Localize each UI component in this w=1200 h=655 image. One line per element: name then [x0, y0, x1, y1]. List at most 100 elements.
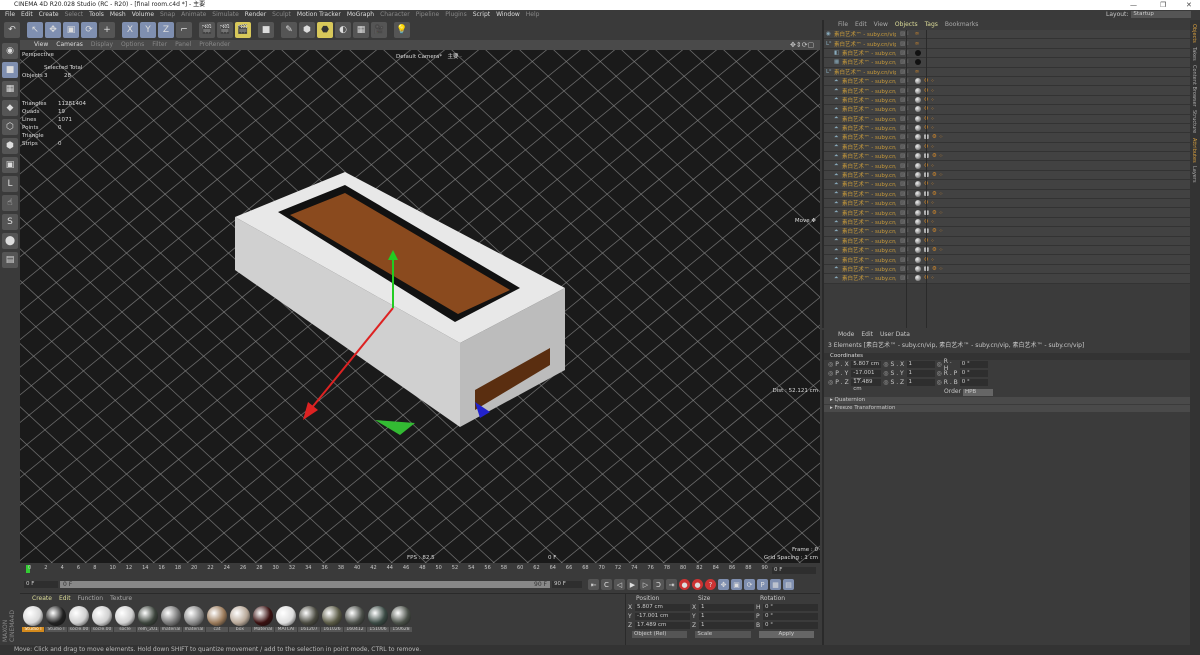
- material-tag-icon[interactable]: [914, 265, 921, 272]
- move-icon[interactable]: ✥: [45, 22, 61, 38]
- viewport[interactable]: Perspective Default Camera* 主要 · Selecte…: [20, 50, 820, 563]
- coord-size-field[interactable]: 1: [699, 613, 754, 620]
- object-row[interactable]: ◉ 素白艺术™ - suby.cn/vip ▨ ⁞ ∞: [824, 30, 1190, 40]
- object-row[interactable]: ⏶素白艺术™ - suby.cn/vip ▨ ⁞ ⚙ ⁘: [824, 161, 1190, 171]
- keyframe-icon[interactable]: ◎: [937, 361, 942, 368]
- material-menu-edit[interactable]: Edit: [59, 594, 71, 604]
- material-tag-icon[interactable]: [914, 209, 921, 216]
- phong-tag-icon[interactable]: ⚙ ⁘: [932, 153, 943, 159]
- object-name[interactable]: 素白艺术™ - suby.cn/vip: [842, 105, 896, 113]
- camera-label[interactable]: Default Camera* 主要 ·: [396, 52, 462, 60]
- object-name[interactable]: 素白艺术™ - suby.cn/vip: [834, 30, 896, 38]
- coord-pos-field[interactable]: 17.489 cm: [635, 622, 690, 629]
- object-row[interactable]: ⏶素白艺术™ - suby.cn/vip ▨ ⁞ ▩⚙ ⁘: [824, 189, 1190, 200]
- coord-size-field[interactable]: 1: [699, 604, 754, 611]
- material-swatch[interactable]: relh_201: [137, 606, 159, 632]
- workplane-icon[interactable]: ◆: [2, 100, 18, 116]
- menu-mograph[interactable]: MoGraph: [347, 10, 374, 20]
- tab-objects[interactable]: Objects: [1191, 24, 1197, 43]
- close-button[interactable]: ✕: [1186, 0, 1192, 10]
- tab-layers[interactable]: Layers: [1191, 166, 1197, 183]
- snap-icon[interactable]: S: [2, 214, 18, 230]
- visibility-toggle-icon[interactable]: ▨ ⁞: [900, 50, 909, 56]
- tag-icon[interactable]: ∞: [915, 31, 920, 37]
- menu-simulate[interactable]: Simulate: [212, 10, 239, 20]
- object-name[interactable]: 素白艺术™ - suby.cn/vip: [842, 152, 896, 160]
- viewport-menu-display[interactable]: Display: [91, 40, 113, 50]
- attr-menu-edit[interactable]: Edit: [861, 330, 873, 340]
- object-name[interactable]: 素白艺术™ - suby.cn/vip: [834, 40, 896, 48]
- visibility-toggle-icon[interactable]: ▨ ⁞: [900, 275, 909, 281]
- rotate-icon[interactable]: ⟳: [81, 22, 97, 38]
- menu-character[interactable]: Character: [380, 10, 410, 20]
- object-name[interactable]: 素白艺术™ - suby.cn/vip: [842, 180, 896, 188]
- array-icon[interactable]: ⬣: [317, 22, 333, 38]
- world-coords-icon[interactable]: ⌐: [176, 22, 192, 38]
- object-name[interactable]: 素白艺术™ - suby.cn/vip: [842, 274, 896, 282]
- material-swatch[interactable]: Studio I: [22, 606, 44, 632]
- next-frame-icon[interactable]: ▷: [640, 579, 651, 590]
- menu-window[interactable]: Window: [496, 10, 520, 20]
- visibility-toggle-icon[interactable]: ▨ ⁞: [900, 69, 909, 75]
- material-tag-icon[interactable]: [914, 78, 921, 85]
- edit-render-settings-icon[interactable]: 🎬: [235, 22, 251, 38]
- visibility-toggle-icon[interactable]: ▨ ⁞: [900, 144, 909, 150]
- attr-field[interactable]: 17.489 cm: [851, 379, 882, 392]
- keyframe-icon[interactable]: ◎: [883, 361, 888, 368]
- rotate-key-icon[interactable]: ⟳: [744, 579, 755, 590]
- object-name[interactable]: 素白艺术™ - suby.cn/vip: [842, 124, 896, 132]
- material-tag-icon[interactable]: [914, 275, 921, 282]
- points-mode-icon[interactable]: ⬡: [2, 119, 18, 135]
- freeze-transformation-section[interactable]: ▸ Freeze Transformation: [824, 405, 1190, 412]
- material-swatch[interactable]: MATCAI: [275, 606, 297, 632]
- material-tag-icon[interactable]: [914, 49, 921, 56]
- material-swatch[interactable]: socle: [114, 606, 136, 632]
- render-picture-viewer-icon[interactable]: 🎬: [217, 22, 233, 38]
- visibility-toggle-icon[interactable]: ▨ ⁞: [900, 210, 909, 216]
- menu-file[interactable]: File: [5, 10, 15, 20]
- object-row[interactable]: ⏶素白艺术™ - suby.cn/vip ▨ ⁞ ⚙ ⁘: [824, 217, 1190, 228]
- attr-field[interactable]: 5.807 cm: [851, 361, 882, 368]
- object-row[interactable]: ⏶素白艺术™ - suby.cn/vip ▨ ⁞ ⚙ ⁘: [824, 199, 1190, 209]
- material-swatch[interactable]: socle.00: [91, 606, 113, 632]
- prev-frame-icon[interactable]: ◁: [614, 579, 625, 590]
- material-tag-icon[interactable]: [914, 143, 921, 150]
- phong-tag-icon[interactable]: ⚙ ⁘: [932, 228, 943, 234]
- tab-takes[interactable]: Takes: [1191, 47, 1197, 61]
- object-menu-objects[interactable]: Objects: [895, 20, 918, 30]
- object-row[interactable]: ⏶素白艺术™ - suby.cn/vip ▨ ⁞ ▩⚙ ⁘: [824, 208, 1190, 218]
- material-tag-icon[interactable]: [914, 153, 921, 160]
- material-tag-icon[interactable]: [914, 162, 921, 169]
- coord-rot-field[interactable]: 0 °: [763, 622, 818, 629]
- coordinates-section[interactable]: Coordinates: [824, 353, 1190, 360]
- go-end-icon[interactable]: ⇥: [666, 579, 677, 590]
- attr-field[interactable]: 0 °: [959, 361, 988, 368]
- material-tag-icon[interactable]: [914, 247, 921, 254]
- camera-icon[interactable]: 🎥: [371, 22, 387, 38]
- material-tag-icon[interactable]: [914, 125, 921, 132]
- make-editable-icon[interactable]: ◉: [2, 43, 18, 59]
- material-swatch[interactable]: 161026: [321, 606, 343, 632]
- coord-rot-field[interactable]: 0 °: [763, 604, 818, 611]
- object-name[interactable]: 素白艺术™ - suby.cn/vip: [842, 162, 896, 170]
- light-icon[interactable]: 💡: [394, 22, 410, 38]
- visibility-toggle-icon[interactable]: ▨ ⁞: [900, 78, 909, 84]
- tab-content-browser[interactable]: Content Browser: [1191, 65, 1197, 107]
- object-row[interactable]: ⏶素白艺术™ - suby.cn/vip ▨ ⁞ ⚙ ⁘: [824, 114, 1190, 124]
- material-swatch[interactable]: Studio I: [45, 606, 67, 632]
- edges-mode-icon[interactable]: ⬢: [2, 138, 18, 154]
- keyframe-icon[interactable]: ◎: [828, 370, 833, 377]
- object-row[interactable]: ⏶素白艺术™ - suby.cn/vip ▨ ⁞ ▩⚙ ⁘: [824, 133, 1190, 143]
- menu-help[interactable]: Help: [526, 10, 540, 20]
- object-menu-file[interactable]: File: [838, 20, 848, 30]
- visibility-toggle-icon[interactable]: ▨ ⁞: [900, 125, 909, 131]
- phong-tag-icon[interactable]: ⚙ ⁘: [932, 134, 943, 140]
- tag-icon[interactable]: ∞: [915, 69, 920, 75]
- keyframe-icon[interactable]: ◎: [883, 379, 888, 386]
- menu-motion-tracker[interactable]: Motion Tracker: [297, 10, 341, 20]
- object-name[interactable]: 素白艺术™ - suby.cn/vip: [842, 96, 896, 104]
- pen-icon[interactable]: ✎: [281, 22, 297, 38]
- viewport-menu-cameras[interactable]: Cameras: [56, 40, 83, 50]
- object-row[interactable]: ▦素白艺术™ - suby.cn/vip ▨ ⁞: [824, 58, 1190, 68]
- object-row[interactable]: ⏶素白艺术™ - suby.cn/vip ▨ ⁞ ⚙ ⁘: [824, 86, 1190, 96]
